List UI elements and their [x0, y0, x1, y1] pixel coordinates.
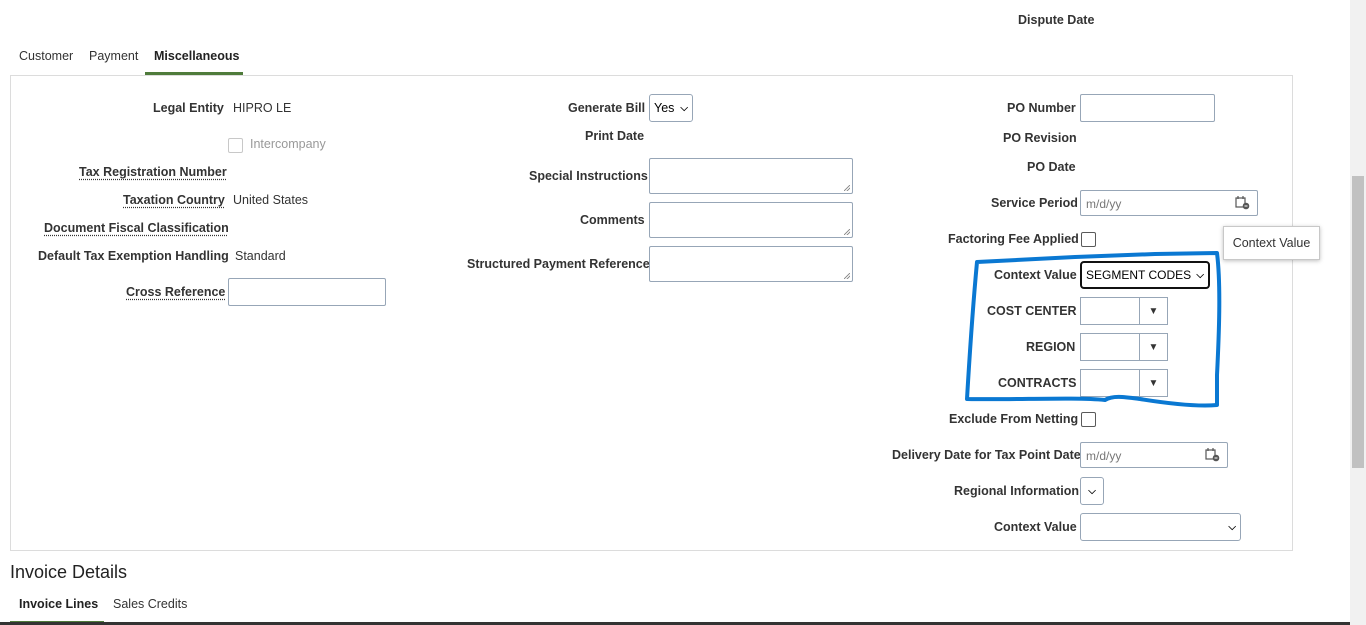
- annotation-outline: [965, 251, 1222, 408]
- special-instructions-label: Special Instructions: [529, 169, 648, 183]
- tax-registration-label[interactable]: Tax Registration Number: [79, 165, 227, 179]
- intercompany-checkbox[interactable]: [228, 138, 243, 153]
- scrollbar-thumb[interactable]: [1352, 176, 1364, 468]
- regional-info-label: Regional Information: [954, 484, 1079, 498]
- dispute-date-label: Dispute Date: [1018, 13, 1095, 27]
- po-number-label: PO Number: [1007, 101, 1076, 115]
- context-value-tooltip: Context Value: [1223, 226, 1320, 260]
- default-tax-value: Standard: [235, 249, 286, 263]
- tab-sales-credits[interactable]: Sales Credits: [113, 597, 187, 611]
- comments-textarea[interactable]: [649, 202, 853, 238]
- print-date-label: Print Date: [585, 129, 645, 143]
- po-date-label: PO Date: [1027, 160, 1076, 174]
- structured-payment-label: Structured Payment Reference: [467, 257, 650, 271]
- context-value2-select[interactable]: ⌵: [1080, 513, 1241, 541]
- generate-bill-value: Yes: [654, 101, 675, 115]
- special-instructions-textarea[interactable]: [649, 158, 853, 194]
- calendar-icon[interactable]: [1235, 195, 1250, 210]
- legal-entity-value: HIPRO LE: [233, 101, 292, 115]
- service-period-input[interactable]: m/d/yy: [1080, 190, 1258, 216]
- chevron-down-icon: ⌵: [1228, 521, 1236, 533]
- calendar-icon[interactable]: [1205, 447, 1220, 462]
- service-period-label: Service Period: [991, 196, 1078, 210]
- tooltip-text: Context Value: [1232, 236, 1311, 250]
- comments-label: Comments: [580, 213, 645, 227]
- page-scrollbar[interactable]: [1350, 0, 1366, 625]
- service-period-placeholder: m/d/yy: [1086, 197, 1122, 211]
- po-revision-label: PO Revision: [1003, 131, 1077, 145]
- chevron-down-icon: ⌵: [680, 102, 688, 114]
- regional-info-select[interactable]: ⌵: [1080, 477, 1104, 505]
- structured-payment-textarea[interactable]: [649, 246, 853, 282]
- po-number-input[interactable]: [1080, 94, 1215, 122]
- invoice-details-title: Invoice Details: [10, 562, 128, 582]
- cross-reference-input[interactable]: [228, 278, 386, 306]
- document-fiscal-label[interactable]: Document Fiscal Classification: [44, 221, 229, 235]
- context-value2-label: Context Value: [994, 520, 1077, 534]
- default-tax-label: Default Tax Exemption Handling: [38, 249, 229, 263]
- taxation-country-value: United States: [233, 193, 309, 207]
- delivery-date-label: Delivery Date for Tax Point Date: [892, 448, 1081, 462]
- tab-payment[interactable]: Payment: [89, 49, 138, 63]
- factoring-fee-label: Factoring Fee Applied: [948, 232, 1079, 246]
- intercompany-label: Intercompany: [250, 137, 326, 151]
- generate-bill-select[interactable]: Yes ⌵: [649, 94, 693, 122]
- delivery-date-input[interactable]: m/d/yy: [1080, 442, 1228, 468]
- generate-bill-label: Generate Bill: [568, 101, 646, 115]
- tab-invoice-lines[interactable]: Invoice Lines: [19, 597, 98, 611]
- taxation-country-label[interactable]: Taxation Country: [123, 193, 225, 207]
- tab-miscellaneous[interactable]: Miscellaneous: [154, 49, 239, 63]
- tab-customer[interactable]: Customer: [19, 49, 73, 63]
- cross-reference-label[interactable]: Cross Reference: [126, 285, 225, 299]
- chevron-down-icon: ⌵: [1088, 485, 1096, 497]
- delivery-date-placeholder: m/d/yy: [1086, 449, 1122, 463]
- legal-entity-label: Legal Entity: [153, 101, 224, 115]
